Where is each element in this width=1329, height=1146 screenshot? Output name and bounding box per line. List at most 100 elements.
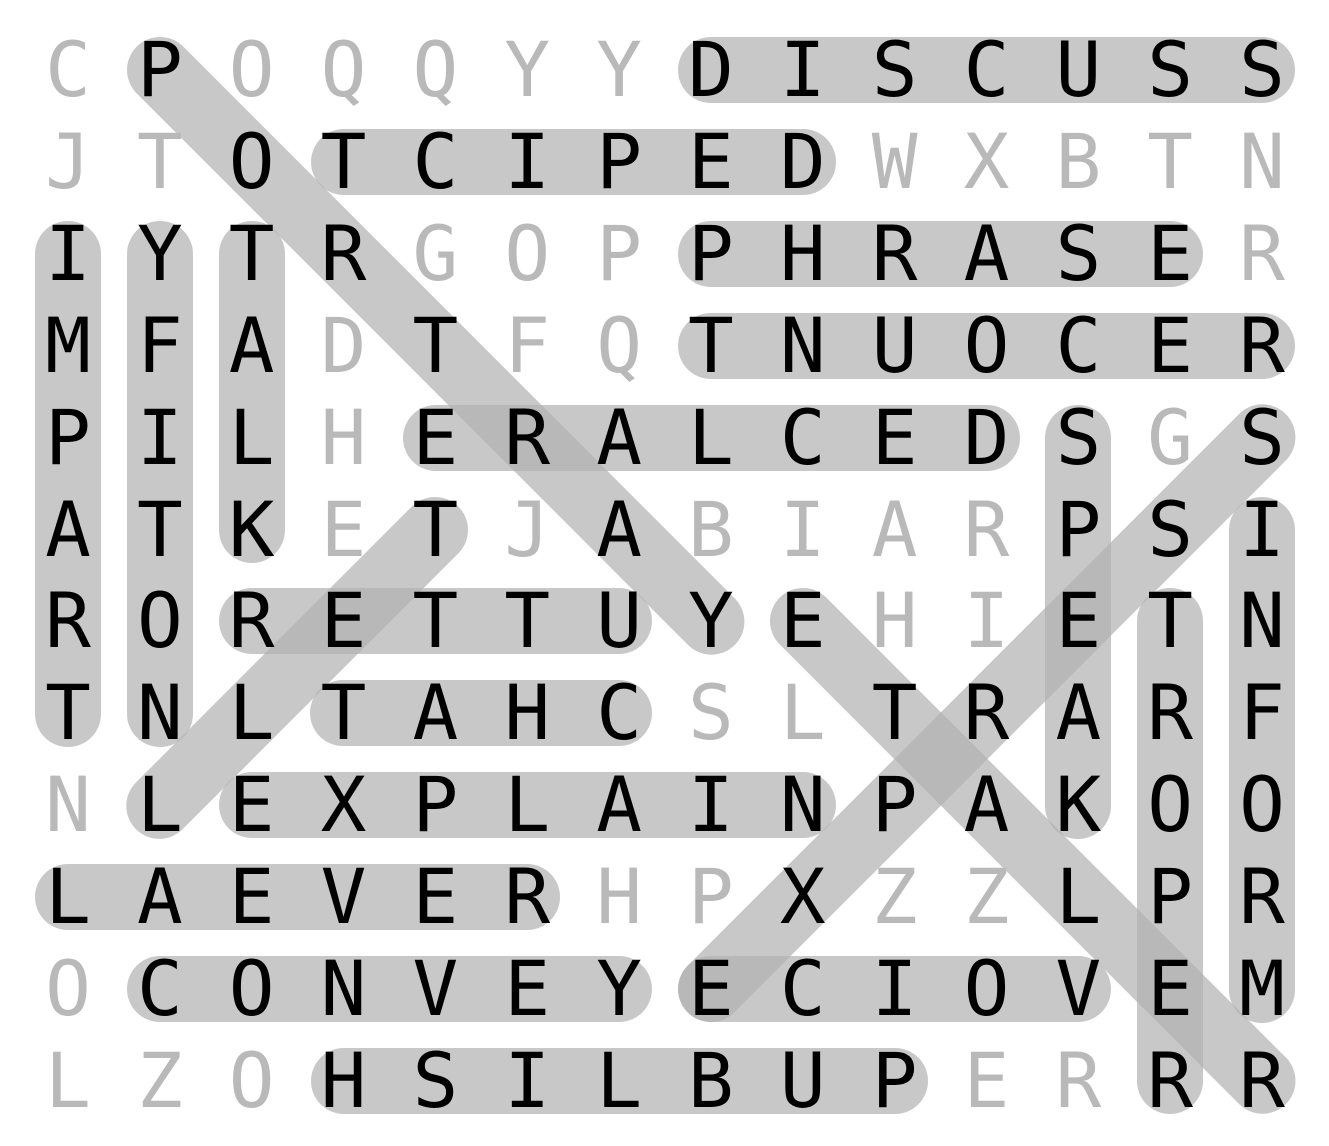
grid-letter[interactable]: Y — [573, 24, 665, 116]
grid-letter[interactable]: D — [941, 392, 1033, 484]
grid-letter[interactable]: F — [481, 300, 573, 392]
grid-letter[interactable]: L — [206, 667, 298, 759]
grid-letter[interactable]: O — [941, 943, 1033, 1035]
grid-letter[interactable]: E — [1124, 208, 1216, 300]
grid-letter[interactable]: R — [22, 575, 114, 667]
grid-letter[interactable]: C — [22, 24, 114, 116]
grid-letter[interactable]: V — [298, 851, 390, 943]
grid-letter[interactable]: E — [1124, 300, 1216, 392]
grid-letter[interactable]: P — [665, 851, 757, 943]
grid-letter[interactable]: H — [757, 208, 849, 300]
grid-letter[interactable]: U — [573, 575, 665, 667]
grid-letter[interactable]: L — [114, 759, 206, 851]
grid-letter[interactable]: L — [757, 667, 849, 759]
grid-letter[interactable]: P — [849, 759, 941, 851]
grid-letter[interactable]: L — [481, 759, 573, 851]
grid-letter[interactable]: O — [481, 208, 573, 300]
grid-letter[interactable]: T — [114, 116, 206, 208]
grid-letter[interactable]: N — [22, 759, 114, 851]
grid-letter[interactable]: C — [941, 24, 1033, 116]
grid-letter[interactable]: T — [389, 300, 481, 392]
grid-letter[interactable]: E — [206, 851, 298, 943]
grid-letter[interactable]: A — [573, 759, 665, 851]
grid-letter[interactable]: C — [114, 943, 206, 1035]
grid-letter[interactable]: A — [389, 667, 481, 759]
grid-letter[interactable]: T — [1124, 575, 1216, 667]
grid-letter[interactable]: D — [298, 300, 390, 392]
grid-letter[interactable]: Q — [573, 300, 665, 392]
grid-letter[interactable]: O — [1216, 759, 1308, 851]
grid-letter[interactable]: U — [757, 1035, 849, 1127]
grid-letter[interactable]: X — [757, 851, 849, 943]
grid-letter[interactable]: E — [757, 575, 849, 667]
grid-letter[interactable]: A — [206, 300, 298, 392]
grid-letter[interactable]: D — [665, 24, 757, 116]
grid-letter[interactable]: E — [481, 943, 573, 1035]
grid-letter[interactable]: A — [22, 484, 114, 576]
grid-letter[interactable]: Q — [389, 24, 481, 116]
grid-letter[interactable]: O — [1124, 759, 1216, 851]
grid-letter[interactable]: Z — [114, 1035, 206, 1127]
grid-letter[interactable]: C — [757, 943, 849, 1035]
grid-letter[interactable]: P — [1032, 484, 1124, 576]
grid-letter[interactable]: O — [206, 116, 298, 208]
grid-letter[interactable]: T — [849, 667, 941, 759]
grid-letter[interactable]: R — [1216, 1035, 1308, 1127]
grid-letter[interactable]: P — [1124, 851, 1216, 943]
grid-letter[interactable]: P — [849, 1035, 941, 1127]
grid-letter[interactable]: Y — [665, 575, 757, 667]
grid-letter[interactable]: S — [665, 667, 757, 759]
grid-letter[interactable]: O — [206, 1035, 298, 1127]
grid-letter[interactable]: V — [389, 943, 481, 1035]
grid-letter[interactable]: R — [1216, 208, 1308, 300]
grid-letter[interactable]: J — [22, 116, 114, 208]
grid-letter[interactable]: E — [1124, 943, 1216, 1035]
grid-letter[interactable]: A — [941, 759, 1033, 851]
grid-letter[interactable]: A — [114, 851, 206, 943]
grid-letter[interactable]: E — [298, 484, 390, 576]
grid-letter[interactable]: O — [206, 943, 298, 1035]
grid-letter[interactable]: I — [849, 943, 941, 1035]
grid-letter[interactable]: I — [481, 116, 573, 208]
grid-letter[interactable]: H — [298, 1035, 390, 1127]
grid-letter[interactable]: N — [298, 943, 390, 1035]
grid-letter[interactable]: C — [1032, 300, 1124, 392]
grid-letter[interactable]: X — [298, 759, 390, 851]
grid-letter[interactable]: L — [206, 392, 298, 484]
grid-letter[interactable]: H — [573, 851, 665, 943]
grid-letter[interactable]: U — [849, 300, 941, 392]
grid-letter[interactable]: B — [1032, 116, 1124, 208]
grid-letter[interactable]: O — [114, 575, 206, 667]
grid-letter[interactable]: M — [1216, 943, 1308, 1035]
grid-letter[interactable]: H — [849, 575, 941, 667]
grid-letter[interactable]: S — [389, 1035, 481, 1127]
grid-letter[interactable]: E — [1032, 575, 1124, 667]
grid-letter[interactable]: S — [1216, 24, 1308, 116]
grid-letter[interactable]: R — [1124, 667, 1216, 759]
grid-letter[interactable]: E — [389, 392, 481, 484]
grid-letter[interactable]: I — [481, 1035, 573, 1127]
grid-letter[interactable]: O — [22, 943, 114, 1035]
grid-letter[interactable]: P — [114, 24, 206, 116]
grid-letter[interactable]: E — [389, 851, 481, 943]
grid-letter[interactable]: R — [1032, 1035, 1124, 1127]
grid-letter[interactable]: T — [298, 667, 390, 759]
grid-letter[interactable]: E — [849, 392, 941, 484]
grid-letter[interactable]: P — [389, 759, 481, 851]
grid-letter[interactable]: E — [941, 1035, 1033, 1127]
grid-letter[interactable]: R — [481, 851, 573, 943]
grid-letter[interactable]: A — [573, 484, 665, 576]
grid-letter[interactable]: G — [389, 208, 481, 300]
grid-letter[interactable]: H — [298, 392, 390, 484]
grid-letter[interactable]: Y — [573, 943, 665, 1035]
grid-letter[interactable]: C — [389, 116, 481, 208]
grid-letter[interactable]: M — [22, 300, 114, 392]
grid-letter[interactable]: T — [1124, 116, 1216, 208]
grid-letter[interactable]: R — [1216, 300, 1308, 392]
grid-letter[interactable]: T — [114, 484, 206, 576]
grid-letter[interactable]: O — [206, 24, 298, 116]
grid-letter[interactable]: T — [298, 116, 390, 208]
grid-letter[interactable]: N — [1216, 116, 1308, 208]
grid-letter[interactable]: R — [941, 667, 1033, 759]
grid-letter[interactable]: I — [757, 24, 849, 116]
